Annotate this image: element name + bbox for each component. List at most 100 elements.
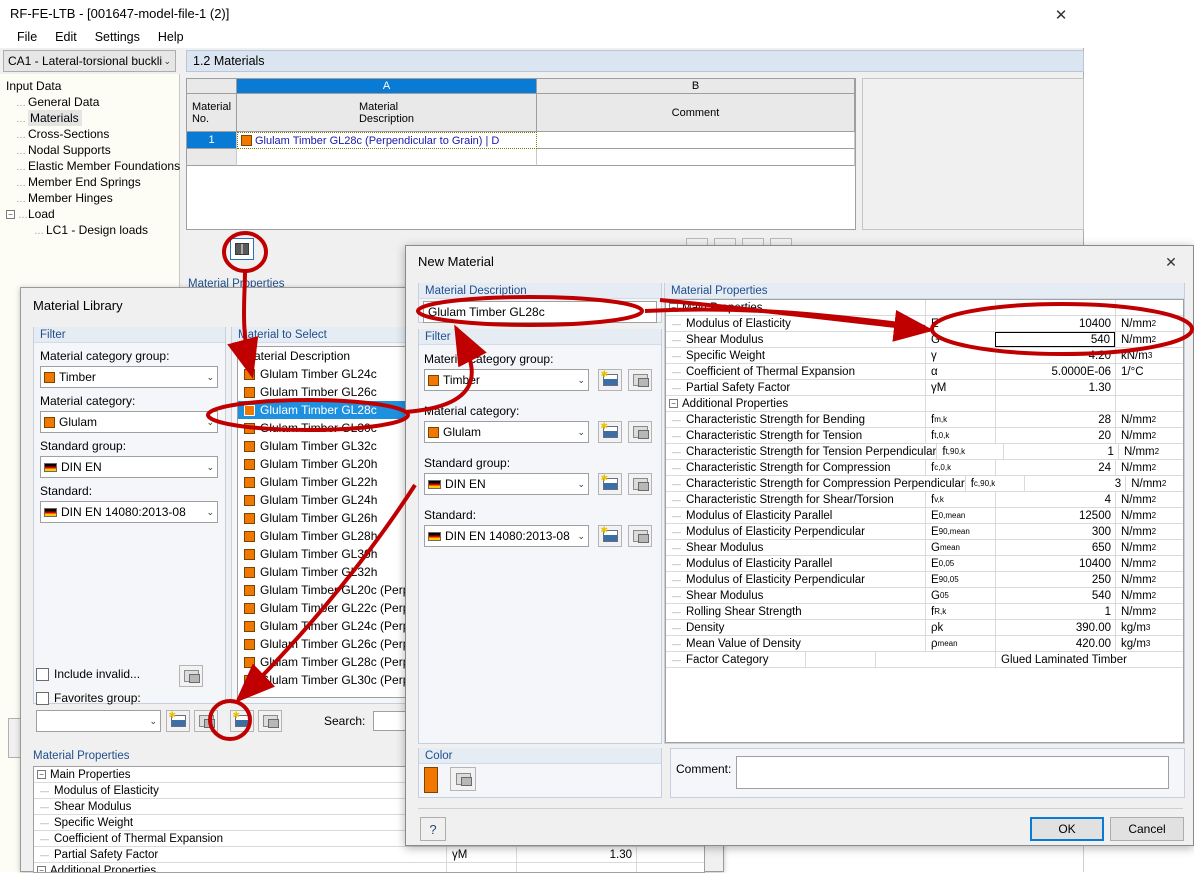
table-row-empty[interactable]: [187, 149, 855, 166]
favorites-new-button[interactable]: [166, 710, 190, 732]
property-value[interactable]: 12500: [995, 508, 1115, 523]
list-item[interactable]: Glulam Timber GL22h: [238, 473, 419, 491]
nm-category-edit-button[interactable]: [628, 421, 652, 443]
tree-node-cross-sections[interactable]: Cross-Sections: [4, 126, 179, 142]
list-item[interactable]: Glulam Timber GL24c: [238, 365, 419, 383]
list-item[interactable]: Glulam Timber GL20c (Perpendicular: [238, 581, 419, 599]
nm-category-group-edit-button[interactable]: [628, 369, 652, 391]
property-group-row[interactable]: −Additional Properties: [666, 396, 1183, 412]
list-item[interactable]: Glulam Timber GL30h: [238, 545, 419, 563]
grid-header-col-a[interactable]: A Material Description: [237, 79, 537, 131]
collapse-icon[interactable]: −: [669, 399, 678, 408]
tree-node-elastic-member-foundations[interactable]: Elastic Member Foundations: [4, 158, 179, 174]
tree-node-materials[interactable]: Materials: [4, 110, 179, 126]
property-value[interactable]: 650: [995, 540, 1115, 555]
grid-cell-empty-b[interactable]: [537, 149, 855, 166]
list-item[interactable]: Glulam Timber GL32c: [238, 437, 419, 455]
help-button[interactable]: ?: [420, 817, 446, 841]
table-row[interactable]: 1 Glulam Timber GL28c (Perpendicular to …: [187, 132, 855, 149]
nm-standard-group-combo[interactable]: DIN EN ⌄: [424, 473, 589, 495]
collapse-icon[interactable]: −: [669, 303, 678, 312]
ok-button[interactable]: OK: [1030, 817, 1104, 841]
favorites-edit-button[interactable]: [194, 710, 218, 732]
property-value[interactable]: 5.0000E-06: [995, 364, 1115, 379]
tree-node-lc1[interactable]: LC1 - Design loads: [4, 222, 179, 238]
menu-item-help[interactable]: Help: [149, 28, 193, 46]
property-row[interactable]: Characteristic Strength for Compression …: [666, 476, 1183, 492]
comment-input[interactable]: [736, 756, 1169, 789]
menu-item-settings[interactable]: Settings: [86, 28, 149, 46]
include-invalid-edit-button[interactable]: [179, 665, 203, 687]
tree-expander-icon[interactable]: −: [6, 210, 15, 219]
property-row[interactable]: Modulus of ElasticityE10400N/mm2: [666, 316, 1183, 332]
category-combo[interactable]: Glulam ⌄: [40, 411, 218, 433]
property-row[interactable]: Mean Value of Densityρmean420.00kg/m3: [666, 636, 1183, 652]
property-value[interactable]: 20: [995, 428, 1115, 443]
close-icon[interactable]: ✕: [1153, 250, 1189, 274]
collapse-icon[interactable]: −: [37, 770, 46, 779]
list-item[interactable]: Glulam Timber GL26c: [238, 383, 419, 401]
property-row[interactable]: Densityρk390.00kg/m3: [666, 620, 1183, 636]
property-group-row[interactable]: −Main Properties: [666, 300, 1183, 316]
tree-node-nodal-supports[interactable]: Nodal Supports: [4, 142, 179, 158]
property-value[interactable]: [995, 396, 1115, 411]
list-item[interactable]: Glulam Timber GL28c (Perpendicular: [238, 653, 419, 671]
grid-cell-empty-a[interactable]: [237, 149, 537, 166]
grid-header-col-b[interactable]: B Comment: [537, 79, 855, 131]
property-value[interactable]: 10400: [995, 316, 1115, 331]
nm-standard-group-new-button[interactable]: [598, 473, 622, 495]
property-row[interactable]: Factor CategoryGlued Laminated Timber: [666, 652, 1183, 668]
nm-standard-new-button[interactable]: [598, 525, 622, 547]
category-group-combo[interactable]: Timber ⌄: [40, 366, 218, 388]
property-row[interactable]: Shear ModulusG540N/mm2: [666, 332, 1183, 348]
favorites-group-checkbox[interactable]: Favorites group:: [36, 691, 141, 705]
property-value[interactable]: 4.20: [995, 348, 1115, 363]
property-value[interactable]: [995, 300, 1115, 315]
nm-standard-combo[interactable]: DIN EN 14080:2013-08 ⌄: [424, 525, 589, 547]
menu-item-edit[interactable]: Edit: [46, 28, 86, 46]
color-picker-button[interactable]: [450, 767, 476, 791]
list-item[interactable]: Glulam Timber GL30c: [238, 419, 419, 437]
property-value[interactable]: 28: [995, 412, 1115, 427]
property-row[interactable]: Modulus of Elasticity PerpendicularE90,m…: [666, 524, 1183, 540]
tree-node-member-hinges[interactable]: Member Hinges: [4, 190, 179, 206]
property-value[interactable]: 3: [1024, 476, 1125, 491]
nm-category-group-combo[interactable]: Timber ⌄: [424, 369, 589, 391]
list-item[interactable]: Glulam Timber GL26c (Perpendicular: [238, 635, 419, 653]
edit-material-button[interactable]: [258, 710, 282, 732]
load-case-combo[interactable]: CA1 - Lateral-torsional buckling ⌄: [3, 50, 176, 72]
standard-group-combo[interactable]: DIN EN ⌄: [40, 456, 218, 478]
nm-standard-edit-button[interactable]: [628, 525, 652, 547]
property-value[interactable]: 10400: [995, 556, 1115, 571]
nm-category-new-button[interactable]: [598, 421, 622, 443]
list-item[interactable]: Glulam Timber GL22c (Perpendicular: [238, 599, 419, 617]
property-value[interactable]: 390.00: [995, 620, 1115, 635]
property-value[interactable]: 4: [995, 492, 1115, 507]
material-description-input[interactable]: Glulam Timber GL28c: [423, 301, 657, 323]
property-value[interactable]: 540: [995, 332, 1115, 347]
tree-node-member-end-springs[interactable]: Member End Springs: [4, 174, 179, 190]
material-color-preview[interactable]: [424, 767, 438, 793]
property-row[interactable]: Partial Safety FactorγM1.30: [666, 380, 1183, 396]
material-select-list[interactable]: Material Description Glulam Timber GL24c…: [237, 346, 420, 698]
property-row[interactable]: Characteristic Strength for Compressionf…: [666, 460, 1183, 476]
tree-node-load[interactable]: −…Load: [4, 206, 179, 222]
nm-category-group-new-button[interactable]: [598, 369, 622, 391]
property-value[interactable]: [875, 652, 995, 667]
include-invalid-checkbox[interactable]: Include invalid...: [36, 667, 140, 681]
property-value[interactable]: 540: [995, 588, 1115, 603]
property-row[interactable]: Partial Safety Factor γM 1.30: [34, 847, 704, 863]
property-value[interactable]: 420.00: [995, 636, 1115, 651]
property-row[interactable]: Modulus of Elasticity PerpendicularE90,0…: [666, 572, 1183, 588]
favorites-group-combo[interactable]: ⌄: [36, 710, 161, 732]
property-row[interactable]: Characteristic Strength for Bendingfm,k2…: [666, 412, 1183, 428]
cancel-button[interactable]: Cancel: [1110, 817, 1184, 841]
standard-combo[interactable]: DIN EN 14080:2013-08 ⌄: [40, 501, 218, 523]
property-row[interactable]: Specific Weightγ4.20kN/m3: [666, 348, 1183, 364]
property-value[interactable]: 1: [1003, 444, 1118, 459]
property-value[interactable]: 1: [995, 604, 1115, 619]
grid-header-col-b-letter[interactable]: B: [537, 79, 854, 94]
list-item[interactable]: Glulam Timber GL26h: [238, 509, 419, 527]
nm-category-combo[interactable]: Glulam ⌄: [424, 421, 589, 443]
property-row[interactable]: Coefficient of Thermal Expansionα5.0000E…: [666, 364, 1183, 380]
